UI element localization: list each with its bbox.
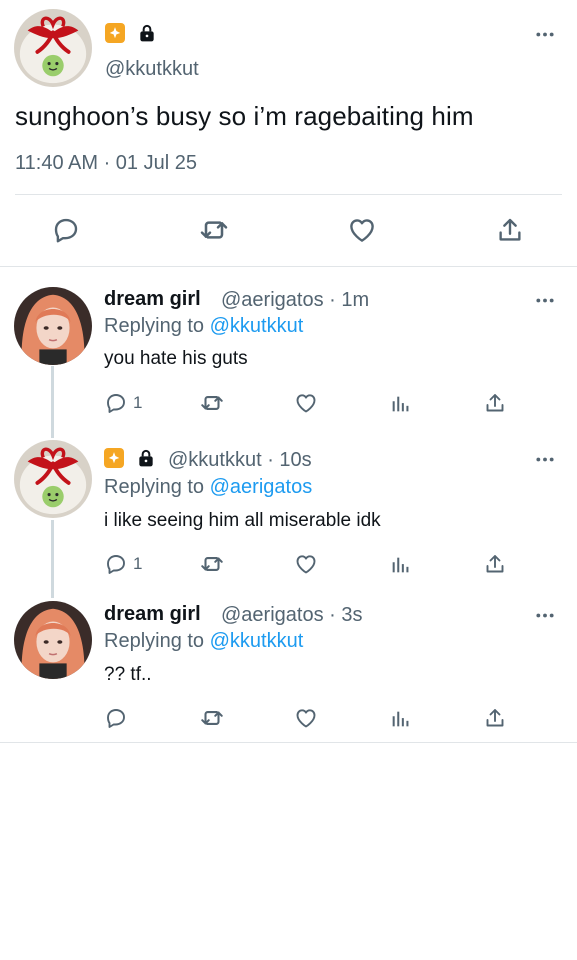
heart-icon [347, 215, 377, 245]
reply-avatar[interactable] [14, 440, 92, 518]
mention-link[interactable]: @kkutkkut [210, 630, 304, 652]
author-badges [105, 23, 157, 43]
thread-connector [51, 520, 54, 598]
lock-icon [137, 23, 157, 43]
analytics-button[interactable] [389, 706, 411, 732]
author-avatar[interactable] [14, 9, 92, 87]
reply-avatar[interactable] [14, 601, 92, 679]
share-icon [483, 706, 507, 730]
heart-icon [294, 391, 318, 415]
replying-to: Replying to @kkutkkut [104, 630, 303, 653]
reply-count: 1 [133, 393, 143, 412]
tweet-timestamp[interactable]: 11:40 AM · 01 Jul 25 [15, 152, 197, 175]
more-options-icon[interactable] [533, 608, 557, 622]
replying-to: Replying to @kkutkkut [104, 315, 303, 338]
reply-icon [104, 391, 128, 415]
like-button[interactable] [346, 214, 378, 246]
reply-meta: @aerigatos · 3s [221, 604, 363, 626]
retweet-button[interactable] [199, 551, 225, 577]
tweet-text: sunghoon’s busy so i’m ragebaiting him [15, 101, 474, 131]
avatar-image [14, 601, 92, 679]
reply-button[interactable] [104, 705, 128, 731]
retweet-button[interactable] [199, 705, 225, 731]
share-icon [483, 552, 507, 576]
replying-to-label: Replying to [104, 630, 205, 652]
reply-icon [51, 215, 81, 245]
author-badges [104, 448, 156, 468]
replying-to-label: Replying to [104, 476, 205, 498]
analytics-button[interactable] [389, 391, 411, 417]
heart-icon [294, 552, 318, 576]
reply-icon [104, 706, 128, 730]
share-button[interactable] [483, 551, 507, 577]
retweet-icon [198, 214, 230, 246]
more-options-icon[interactable] [533, 27, 557, 41]
divider [15, 194, 562, 195]
reply-meta: @aerigatos · 1m [221, 289, 370, 311]
retweet-button[interactable] [198, 214, 230, 246]
like-button[interactable] [294, 551, 318, 577]
author-handle[interactable]: @kkutkkut [105, 58, 199, 81]
mention-link[interactable]: @kkutkkut [210, 315, 304, 337]
reply-icon [104, 552, 128, 576]
retweet-button[interactable] [199, 390, 225, 416]
avatar-image [14, 440, 92, 518]
retweet-icon [199, 551, 225, 577]
reply-author-name[interactable]: dream girl [104, 288, 201, 311]
reply-count: 1 [133, 554, 143, 573]
more-options-icon[interactable] [533, 293, 557, 307]
like-button[interactable] [294, 390, 318, 416]
reply-text: i like seeing him all miserable idk [104, 510, 381, 531]
analytics-button[interactable] [389, 552, 411, 578]
reply-avatar[interactable] [14, 287, 92, 365]
mention-link[interactable]: @aerigatos [210, 476, 313, 498]
replying-to: Replying to @aerigatos [104, 476, 312, 499]
avatar-image [14, 287, 92, 365]
more-options-icon[interactable] [533, 452, 557, 466]
retweet-icon [199, 390, 225, 416]
thread-connector [51, 366, 54, 438]
reply-button[interactable]: 1 [104, 551, 142, 577]
replying-to-label: Replying to [104, 315, 205, 337]
reply-button[interactable]: 1 [104, 390, 142, 416]
share-icon [495, 215, 525, 245]
divider [0, 266, 577, 267]
sparkle-badge-icon [105, 23, 125, 43]
analytics-icon [389, 708, 411, 730]
reply-button[interactable] [50, 214, 82, 246]
like-button[interactable] [294, 705, 318, 731]
share-button[interactable] [483, 705, 507, 731]
sparkle-badge-icon [104, 448, 124, 468]
reply-text: ?? tf.. [104, 664, 152, 685]
share-button[interactable] [483, 390, 507, 416]
reply-text: you hate his guts [104, 348, 248, 369]
reply-meta: @kkutkkut · 10s [168, 449, 312, 471]
retweet-icon [199, 705, 225, 731]
heart-icon [294, 706, 318, 730]
reply-author-name[interactable]: dream girl [104, 603, 201, 626]
avatar-image [14, 9, 92, 87]
share-icon [483, 391, 507, 415]
analytics-icon [389, 393, 411, 415]
divider [0, 742, 577, 743]
lock-icon [136, 448, 156, 468]
share-button[interactable] [494, 214, 526, 246]
analytics-icon [389, 554, 411, 576]
